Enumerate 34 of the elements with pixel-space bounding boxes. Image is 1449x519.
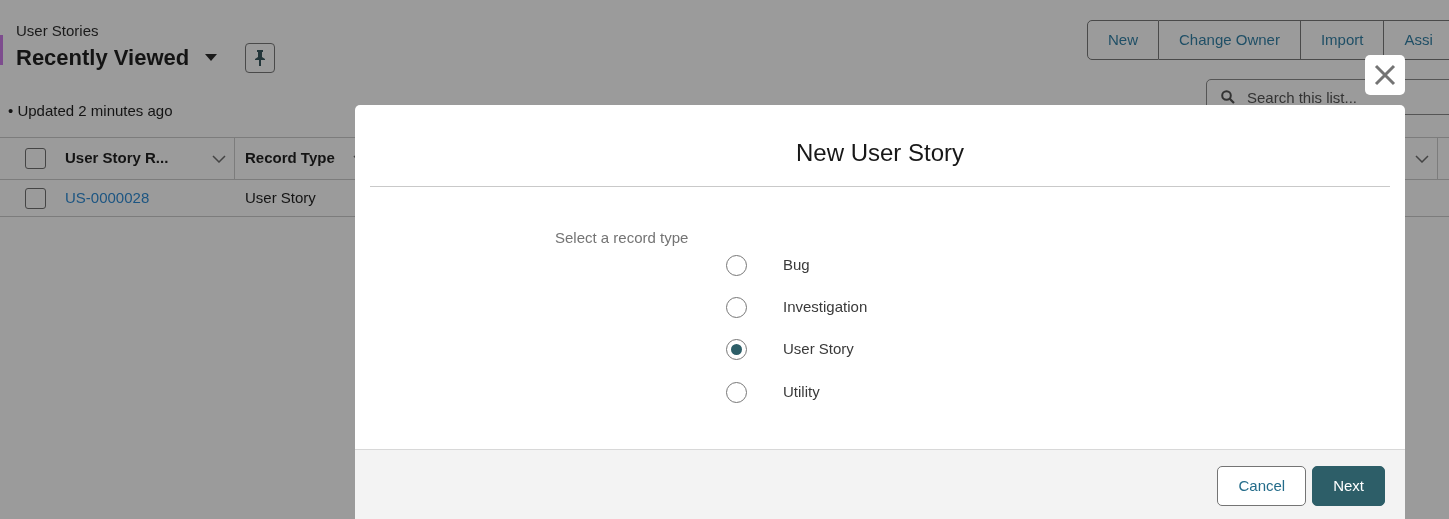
pin-button[interactable] (245, 42, 276, 73)
close-icon (1374, 64, 1396, 86)
row-checkbox[interactable] (25, 187, 46, 209)
record-type-prompt: Select a record type (555, 228, 689, 248)
modal-title: New User Story (370, 105, 1390, 187)
option-label: Bug (783, 254, 810, 275)
option-label: Investigation (783, 297, 868, 318)
chevron-icon[interactable] (212, 154, 226, 163)
next-button[interactable]: Next (1312, 466, 1385, 506)
option-label: User Story (783, 339, 854, 360)
record-link[interactable]: US-0000028 (65, 188, 150, 206)
cancel-button[interactable]: Cancel (1217, 466, 1307, 506)
chevron-icon[interactable] (1415, 154, 1429, 163)
caret-icon (205, 53, 218, 62)
status-text: • Updated 2 minutes ago (8, 101, 173, 121)
close-button[interactable] (1365, 55, 1405, 95)
table-cell: User Story (245, 188, 316, 206)
list-view-title: Recently Viewed (16, 43, 190, 72)
object-label: User Stories (16, 21, 99, 41)
radio-button[interactable] (726, 254, 747, 276)
list-view-dropdown[interactable] (205, 53, 218, 62)
column-header[interactable]: User Story R... (65, 147, 169, 170)
option-label: Utility (783, 381, 820, 402)
radio-button[interactable] (726, 339, 747, 361)
action-button[interactable]: New (1087, 20, 1159, 60)
column-header[interactable]: Record Type (245, 147, 335, 170)
action-button[interactable]: Change Owner (1159, 20, 1301, 60)
select-all-checkbox[interactable] (25, 148, 46, 169)
object-icon (0, 35, 3, 65)
search-field[interactable]: Search this list... (1206, 79, 1449, 115)
pin-icon (255, 49, 266, 66)
radio-button[interactable] (726, 381, 747, 403)
search-icon (1221, 90, 1235, 104)
radio-button[interactable] (726, 296, 747, 318)
